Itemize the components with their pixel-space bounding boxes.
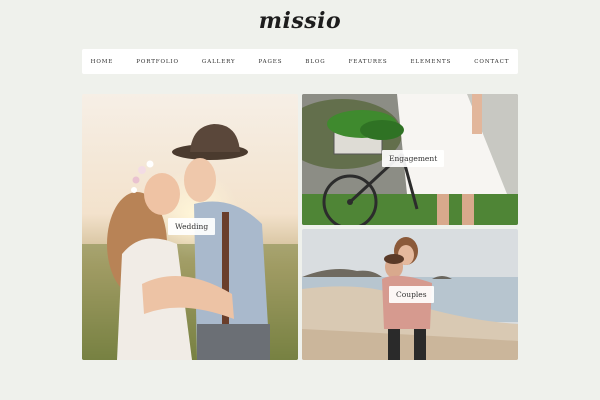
nav-elements[interactable]: ELEMENTS — [411, 59, 452, 65]
tile-label-wedding[interactable]: Wedding — [168, 218, 216, 235]
nav-features[interactable]: FEATURES — [349, 59, 388, 65]
brand-logo[interactable]: missio — [0, 8, 600, 34]
nav-pages[interactable]: PAGES — [259, 59, 283, 65]
nav-gallery[interactable]: GALLERY — [202, 59, 236, 65]
nav-blog[interactable]: BLOG — [305, 59, 325, 65]
nav-contact[interactable]: CONTACT — [474, 59, 509, 65]
tile-label-couples[interactable]: Couples — [389, 286, 434, 303]
gallery-tile-couples[interactable]: Couples — [302, 229, 518, 360]
nav-portfolio[interactable]: PORTFOLIO — [136, 59, 179, 65]
main-navigation: HOME PORTFOLIO GALLERY PAGES BLOG FEATUR… — [82, 49, 518, 74]
gallery-tile-engagement[interactable]: Engagement — [302, 94, 518, 225]
gallery-tile-wedding[interactable]: Wedding — [82, 94, 298, 360]
tile-label-engagement[interactable]: Engagement — [382, 150, 445, 167]
nav-home[interactable]: HOME — [91, 59, 114, 65]
